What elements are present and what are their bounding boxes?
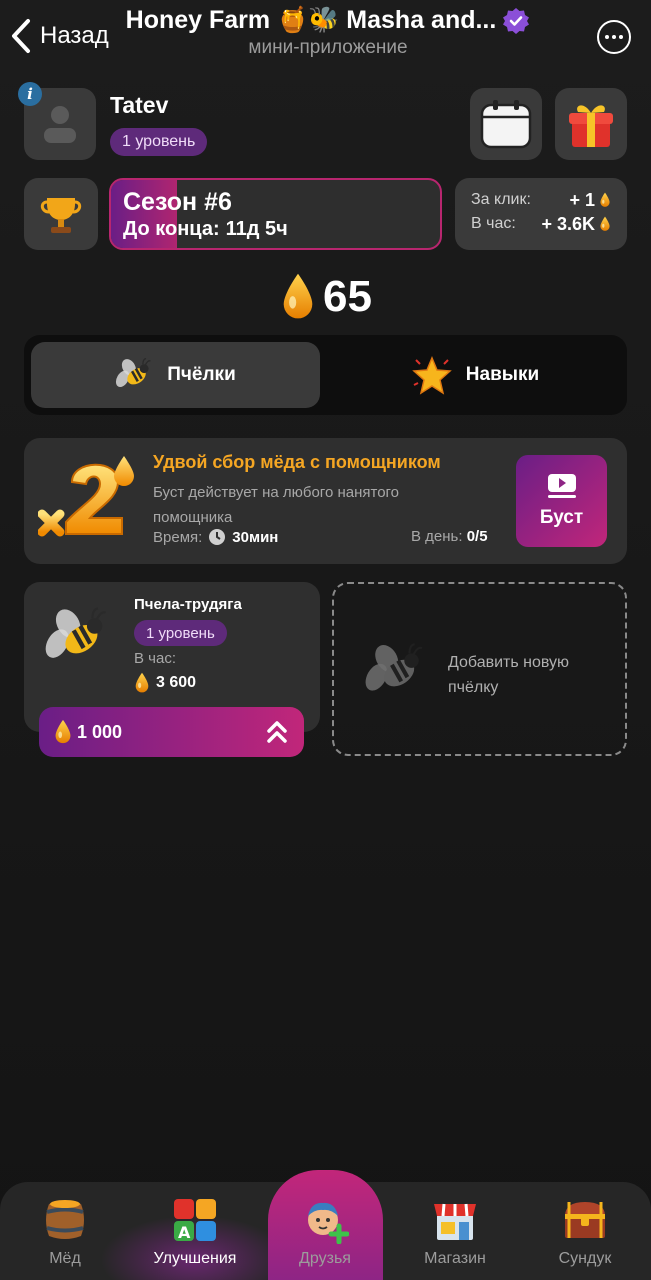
nav-shop-label: Магазин bbox=[424, 1250, 486, 1267]
upgrade-cost: 1 000 bbox=[53, 719, 122, 745]
video-play-icon bbox=[547, 474, 576, 498]
per-click-label: За клик: bbox=[471, 191, 531, 208]
more-options-button[interactable] bbox=[597, 20, 631, 54]
dot-icon bbox=[619, 35, 623, 39]
income-rates: За клик: + 1 В час: + 3.6K bbox=[455, 178, 627, 250]
per-click-value: + 1 bbox=[569, 189, 595, 210]
season-remaining: До конца: 11д 5ч bbox=[123, 218, 288, 241]
bee-income: 3 600 bbox=[134, 672, 196, 694]
tab-bees[interactable]: Пчёлки bbox=[31, 342, 320, 408]
x2-multiplier-icon bbox=[38, 456, 134, 537]
nav-upgrades[interactable]: A Улучшения bbox=[130, 1182, 260, 1280]
honey-drop-icon bbox=[599, 192, 611, 208]
top-bar: Назад Honey Farm 🍯🐝 Masha and... мини-пр… bbox=[0, 0, 651, 74]
season-progress[interactable]: Сезон #6 До конца: 11д 5ч bbox=[109, 178, 442, 250]
verified-icon bbox=[503, 7, 530, 34]
nav-chest-label: Сундук bbox=[558, 1250, 612, 1267]
season-title: Сезон #6 bbox=[123, 188, 232, 216]
season-remaining-value: 11д 5ч bbox=[225, 218, 288, 240]
user-level-badge: 1 уровень bbox=[110, 128, 208, 156]
nav-friends-label: Друзья bbox=[299, 1250, 351, 1267]
add-bee-label: Добавить новую пчёлку bbox=[448, 654, 570, 696]
chest-icon bbox=[565, 1202, 605, 1238]
per-click-value-wrap: + 1 bbox=[569, 190, 611, 211]
tab-bar: Пчёлки Навыки bbox=[24, 335, 627, 415]
worker-bee-icon bbox=[44, 604, 110, 670]
boost-duration: Время: 30мин bbox=[153, 528, 278, 546]
star-icon bbox=[411, 356, 452, 395]
per-click-row: За клик: + 1 bbox=[471, 188, 611, 212]
boost-button[interactable]: Буст bbox=[516, 455, 607, 547]
boost-day-value: 0/5 bbox=[466, 528, 488, 545]
dot-icon bbox=[605, 35, 609, 39]
bee-icon bbox=[115, 356, 153, 394]
friend-add-icon bbox=[308, 1202, 349, 1244]
tab-bees-label: Пчёлки bbox=[167, 364, 236, 385]
trophy-icon bbox=[40, 198, 82, 233]
double-chevron-up-icon bbox=[267, 721, 287, 743]
boost-daily-limit: В день: 0/5 bbox=[411, 528, 488, 545]
per-hour-value: + 3.6K bbox=[541, 213, 595, 234]
nav-honey[interactable]: Мёд bbox=[0, 1182, 130, 1280]
info-icon[interactable]: i bbox=[18, 82, 42, 106]
balance-value: 65 bbox=[323, 272, 372, 321]
tab-skills-label: Навыки bbox=[465, 364, 540, 385]
app-title-text: Honey Farm 🍯🐝 Masha and... bbox=[125, 6, 497, 34]
svg-text:A: A bbox=[178, 1223, 191, 1242]
nav-shop[interactable]: Магазин bbox=[390, 1182, 520, 1280]
per-hour-label: В час: bbox=[471, 215, 516, 232]
gift-button[interactable] bbox=[555, 88, 627, 160]
title-block: Honey Farm 🍯🐝 Masha and... мини-приложен… bbox=[118, 6, 538, 59]
chevron-left-icon bbox=[12, 19, 30, 53]
honey-drop-icon bbox=[53, 719, 73, 745]
username: Tatev bbox=[110, 92, 169, 118]
honey-drop-icon bbox=[599, 216, 611, 232]
bee-per-hour-label: В час: bbox=[134, 650, 176, 667]
boost-button-label: Буст bbox=[539, 507, 584, 528]
boost-day-label: В день: bbox=[411, 528, 463, 545]
abc-blocks-icon: A bbox=[174, 1199, 216, 1242]
calendar-icon bbox=[480, 100, 532, 149]
upgrade-bee-button[interactable]: 1 000 bbox=[39, 707, 304, 757]
boost-title: Удвой сбор мёда с помощником bbox=[153, 452, 441, 472]
calendar-button[interactable] bbox=[470, 88, 542, 160]
add-bee-card[interactable]: Добавить новую пчёлку bbox=[332, 582, 627, 756]
dot-icon bbox=[612, 35, 616, 39]
barrel-icon bbox=[46, 1200, 84, 1239]
bee-silhouette-icon bbox=[364, 640, 426, 702]
back-button[interactable]: Назад bbox=[10, 18, 109, 54]
season-remaining-label: До конца: bbox=[123, 218, 220, 240]
upgrade-cost-value: 1 000 bbox=[77, 721, 123, 742]
app-title: Honey Farm 🍯🐝 Masha and... bbox=[118, 6, 538, 35]
nav-upgrades-label: Улучшения bbox=[153, 1250, 237, 1267]
app-subtitle: мини-приложение bbox=[248, 37, 408, 58]
leaderboard-button[interactable] bbox=[24, 178, 98, 250]
nav-friends[interactable]: Друзья bbox=[260, 1182, 390, 1280]
shop-icon bbox=[434, 1203, 476, 1240]
per-hour-row: В час: + 3.6K bbox=[471, 212, 611, 236]
clock-icon bbox=[209, 529, 226, 545]
nav-honey-label: Мёд bbox=[49, 1250, 81, 1267]
boost-time-value: 30мин bbox=[232, 528, 279, 546]
bee-income-value: 3 600 bbox=[156, 674, 197, 691]
user-placeholder-icon bbox=[44, 106, 76, 143]
nav-chest[interactable]: Сундук bbox=[520, 1182, 650, 1280]
honey-drop-icon bbox=[279, 272, 317, 322]
honey-balance: 65 bbox=[0, 272, 651, 322]
back-label: Назад bbox=[40, 22, 109, 49]
boost-time-label: Время: bbox=[153, 528, 203, 546]
tab-skills[interactable]: Навыки bbox=[331, 342, 620, 408]
bee-level-badge: 1 уровень bbox=[134, 620, 227, 646]
bee-name: Пчела-трудяга bbox=[134, 596, 242, 613]
boost-description: Буст действует на любого нанятого помощн… bbox=[153, 484, 400, 526]
gift-icon bbox=[569, 105, 613, 147]
per-hour-value-wrap: + 3.6K bbox=[541, 214, 611, 235]
honey-drop-icon bbox=[134, 672, 150, 694]
boost-card: Удвой сбор мёда с помощником Буст действ… bbox=[24, 438, 627, 564]
